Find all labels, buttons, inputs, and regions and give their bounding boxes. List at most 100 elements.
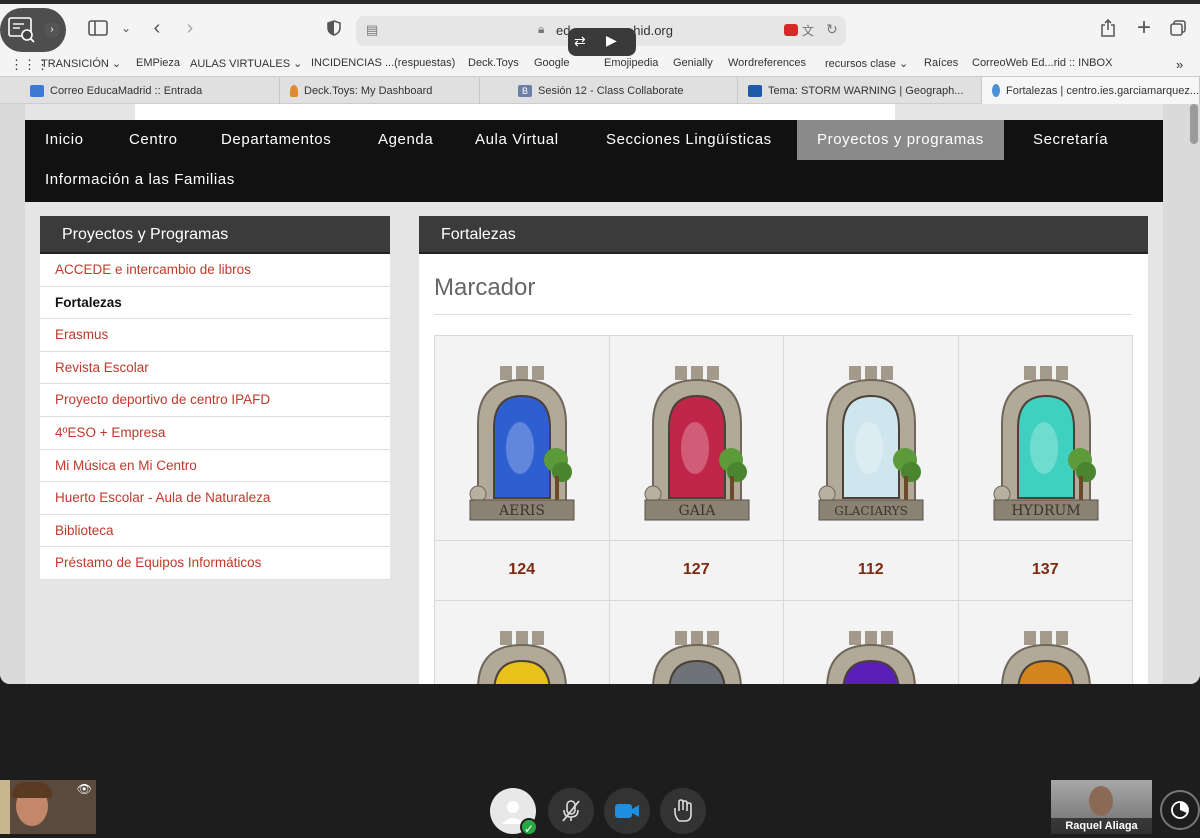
fortress-emblem-icon [826, 631, 916, 684]
sidebar-toggle-icon[interactable] [84, 14, 112, 42]
globe-icon [992, 84, 1000, 97]
bookshelf [0, 780, 10, 834]
status-check-icon: ✓ [520, 818, 538, 836]
team-emblem-cell: GLACIARYS [784, 336, 959, 541]
nav-agenda[interactable]: Agenda [358, 120, 453, 160]
fortress-emblem-icon [652, 631, 742, 684]
dolphin-icon: HYDRUM [993, 366, 1099, 521]
tab-decktoys[interactable]: Deck.Toys: My Dashboard [280, 77, 480, 104]
sidebar-item-prestamo-equipos[interactable]: Préstamo de Equipos Informáticos [40, 547, 390, 580]
main-nav: Inicio Centro Departamentos Agenda Aula … [25, 120, 1163, 202]
tab-label: Tema: STORM WARNING | Geograph... [768, 84, 964, 97]
team-emblem-cell [784, 601, 959, 684]
tab-label: Fortalezas | centro.ies.garciamarquez... [1006, 84, 1199, 97]
sidebar-item-accede[interactable]: ACCEDE e intercambio de libros [40, 254, 390, 287]
collaborate-icon: B [518, 84, 532, 97]
bookmark-item[interactable]: INCIDENCIAS ...(respuestas) [311, 57, 455, 69]
nav-proyectos-y-programas[interactable]: Proyectos y programas [797, 120, 1004, 160]
bookmark-item[interactable]: AULAS VIRTUALES ⌄ [190, 57, 302, 70]
sidebar-item-biblioteca[interactable]: Biblioteca [40, 514, 390, 548]
extension-icon[interactable] [784, 24, 798, 36]
bookmark-item[interactable]: Genially [673, 57, 713, 69]
tab-overview-icon[interactable] [1164, 14, 1192, 42]
video-camera-icon [615, 804, 639, 818]
privacy-shield-icon[interactable] [320, 14, 348, 42]
share-icon[interactable] [1094, 14, 1122, 42]
nav-departamentos[interactable]: Departamentos [201, 120, 351, 160]
chevron-down-icon[interactable]: ⌄ [112, 14, 140, 42]
nav-secciones-linguisticas[interactable]: Secciones Lingüísticas [586, 120, 792, 160]
mail-icon [30, 84, 44, 97]
sidebar-item-proyecto-deportivo[interactable]: Proyecto deportivo de centro IPAFD [40, 384, 390, 417]
tab-correo[interactable]: Correo EducaMadrid :: Entrada [20, 77, 280, 104]
screen-share-overlay[interactable]: › [0, 8, 66, 52]
bookmark-item[interactable]: recursos clase ⌄ [825, 57, 908, 70]
team-score: 112 [784, 541, 959, 601]
team-emblem-cell [435, 601, 610, 684]
bookmark-item[interactable]: Raíces [924, 57, 958, 69]
remote-participant-name: Raquel Aliaga [1051, 818, 1152, 834]
sidebar-item-revista-escolar[interactable]: Revista Escolar [40, 351, 390, 385]
pip-controls: ⇄ ▶ [568, 28, 636, 56]
raise-hand-button[interactable] [660, 788, 706, 834]
graduation-cap-icon [748, 84, 762, 97]
nav-inicio[interactable]: Inicio [25, 120, 104, 160]
clock-icon [1171, 801, 1189, 819]
team-emblem-cell [958, 601, 1133, 684]
tab-storm-warning[interactable]: Tema: STORM WARNING | Geograph... [738, 77, 982, 104]
translate-icon[interactable]: 文 [802, 22, 814, 39]
lock-icon: 🔒︎ [538, 22, 545, 36]
camera-button[interactable] [604, 788, 650, 834]
hand-icon [674, 799, 692, 822]
screen: ⌄ ‹ › ▤ 🔒︎ ed··· ··· ··· ···hid.org 文 ↻ … [0, 0, 1200, 836]
new-tab-icon[interactable]: + [1130, 14, 1158, 42]
sidebar-item-huerto-escolar[interactable]: Huerto Escolar - Aula de Naturaleza [40, 482, 390, 515]
team-score: 124 [435, 541, 610, 601]
bookmark-item[interactable]: Wordreferences [728, 57, 806, 69]
bookmark-item[interactable]: CorreoWeb Ed...rid :: INBOX [972, 57, 1112, 69]
sidebar-item-erasmus[interactable]: Erasmus [40, 319, 390, 352]
nav-secretaria[interactable]: Secretaría [1013, 120, 1128, 160]
mute-microphone-button[interactable] [548, 788, 594, 834]
team-name-label: HYDRUM [1011, 503, 1080, 519]
sidebar-item-eso-empresa[interactable]: 4ºESO + Empresa [40, 416, 390, 450]
bookmark-item[interactable]: EMPieza [136, 57, 180, 69]
browser-window: ⌄ ‹ › ▤ 🔒︎ ed··· ··· ··· ···hid.org 文 ↻ … [0, 0, 1200, 684]
session-timer-button[interactable] [1160, 790, 1200, 830]
self-video: 👁︎ [0, 780, 96, 834]
page-scrollbar[interactable] [1190, 104, 1198, 144]
sidebar-item-mi-musica[interactable]: Mi Música en Mi Centro [40, 449, 390, 483]
avatar[interactable]: ✓ [490, 788, 538, 836]
tab-fortalezas[interactable]: Fortalezas | centro.ies.garciamarquez... [982, 77, 1200, 104]
page-content: Inicio Centro Departamentos Agenda Aula … [25, 104, 1163, 684]
microphone-off-icon [562, 800, 580, 822]
main-title: Fortalezas [419, 216, 1148, 254]
reload-icon[interactable]: ↻ [826, 21, 838, 38]
fortress-emblem-icon [477, 631, 567, 684]
bookmark-item[interactable]: TRANSICIÓN ⌄ [41, 57, 121, 70]
wolf-icon: GAIA [644, 366, 750, 521]
chevron-more-icon[interactable]: » [1176, 57, 1183, 72]
bookmark-item[interactable]: Deck.Toys [468, 57, 519, 69]
team-emblem-cell: GAIA [609, 336, 784, 541]
reader-icon[interactable]: ▤ [366, 22, 378, 38]
sidebar-item-fortalezas[interactable]: Fortalezas [40, 286, 390, 320]
team-name-label: GAIA [678, 503, 716, 519]
magnifier-window-icon [8, 17, 35, 43]
tab-collaborate[interactable]: B Sesión 12 - Class Collaborate [508, 77, 738, 104]
header-banner [135, 104, 895, 120]
eye-icon[interactable]: 👁︎ [77, 782, 92, 796]
bookmark-item[interactable]: Google [534, 57, 569, 69]
back-icon[interactable]: ‹ [143, 14, 171, 42]
bookmark-item[interactable]: Emojipedia [604, 57, 658, 69]
scoreboard-grid: AERIS 124 GAIA 127 GLACIARYS 112 HYDRUM 137 [434, 335, 1133, 684]
nav-centro[interactable]: Centro [109, 120, 198, 160]
remote-participant-video[interactable]: Raquel Aliaga [1051, 780, 1152, 834]
nav-informacion-familias[interactable]: Información a las Familias [25, 160, 255, 200]
swap-view-icon[interactable]: ⇄ [574, 33, 586, 50]
heading-divider [434, 314, 1132, 315]
nav-aula-virtual[interactable]: Aula Virtual [455, 120, 579, 160]
forward-icon[interactable]: › [176, 14, 204, 42]
falcon-icon: AERIS [469, 366, 575, 521]
picture-in-picture-icon[interactable]: ▶ [606, 32, 617, 49]
